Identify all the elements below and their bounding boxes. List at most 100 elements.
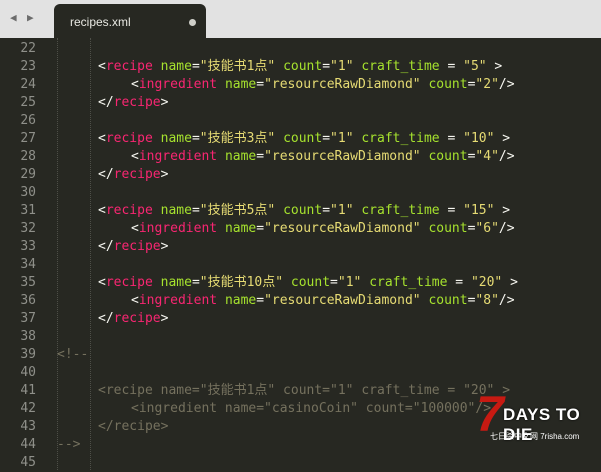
code-token: = <box>439 59 464 74</box>
code-token: </ <box>98 239 114 254</box>
code-token: /> <box>498 293 515 308</box>
code-token: recipe <box>105 59 153 74</box>
code-token: recipe <box>113 95 161 110</box>
line-number: 24 <box>20 77 36 92</box>
code-token: </ <box>98 167 114 182</box>
code-token: < <box>98 203 106 218</box>
code-line[interactable]: <recipe name="技能书1点" count="1" craft_tim… <box>98 58 502 76</box>
code-token: </recipe> <box>98 419 169 434</box>
code-token: name <box>160 131 192 146</box>
code-token: <!-- <box>57 347 89 362</box>
code-token: > <box>486 59 503 74</box>
line-number: 37 <box>20 311 36 326</box>
indent-guide <box>90 38 91 470</box>
code-token: < <box>131 293 139 308</box>
code-token: recipe <box>113 239 161 254</box>
code-token: "1" <box>330 131 354 146</box>
code-token: < <box>131 221 139 236</box>
line-number: 44 <box>20 437 36 452</box>
code-line[interactable]: </recipe> <box>98 418 168 436</box>
code-token: > <box>502 275 518 290</box>
code-line[interactable]: --> <box>57 436 80 454</box>
code-token: "15" <box>463 203 495 218</box>
line-number: 39 <box>20 347 36 362</box>
code-line[interactable]: <ingredient name="resourceRawDiamond" co… <box>131 292 515 310</box>
code-token: </ <box>98 95 114 110</box>
code-token: < <box>98 131 106 146</box>
code-token: "1" <box>337 275 362 290</box>
code-token: = <box>322 203 331 218</box>
code-line[interactable]: <ingredient name="resourceRawDiamond" co… <box>131 148 515 166</box>
code-token: > <box>160 167 169 182</box>
code-line[interactable]: </recipe> <box>98 238 168 256</box>
code-token: "4" <box>475 149 499 164</box>
code-token: "resourceRawDiamond" <box>264 77 421 92</box>
line-number: 35 <box>20 275 36 290</box>
code-token: "resourceRawDiamond" <box>264 221 421 236</box>
code-token: < <box>98 59 106 74</box>
code-token: = <box>256 149 265 164</box>
code-token: name <box>224 293 257 308</box>
code-line[interactable]: <recipe name="技能书5点" count="1" craft_tim… <box>98 202 510 220</box>
code-line[interactable]: </recipe> <box>98 166 168 184</box>
code-token: "1" <box>330 59 354 74</box>
code-token: count <box>283 203 323 218</box>
tab-bar: ◀ ▶ recipes.xml <box>0 0 601 38</box>
line-number: 29 <box>20 167 36 182</box>
code-token: "技能书10点" <box>199 275 284 290</box>
code-line[interactable]: <ingredient name="casinoCoin" count="100… <box>131 400 491 418</box>
line-number: 41 <box>20 383 36 398</box>
tab-back-arrow-icon[interactable]: ◀ <box>10 11 17 24</box>
code-line[interactable]: <ingredient name="resourceRawDiamond" co… <box>131 76 515 94</box>
code-line[interactable]: <recipe name="技能书3点" count="1" craft_tim… <box>98 130 510 148</box>
code-token: "resourceRawDiamond" <box>264 293 421 308</box>
code-token: ingredient <box>138 293 218 308</box>
code-token: count <box>283 131 323 146</box>
code-token: recipe <box>105 275 153 290</box>
tab-forward-arrow-icon[interactable]: ▶ <box>27 11 34 24</box>
code-token: > <box>160 239 169 254</box>
code-token: > <box>160 95 169 110</box>
code-line[interactable]: <recipe name="技能书10点" count="1" craft_ti… <box>98 274 518 292</box>
line-number: 31 <box>20 203 36 218</box>
unsaved-dot-icon[interactable] <box>189 19 196 26</box>
code-token: < <box>131 149 139 164</box>
code-token: "resourceRawDiamond" <box>264 149 421 164</box>
code-token: --> <box>57 437 81 452</box>
line-number: 36 <box>20 293 36 308</box>
line-number: 40 <box>20 365 36 380</box>
line-number: 23 <box>20 59 36 74</box>
line-number: 33 <box>20 239 36 254</box>
code-token: <ingredient name="casinoCoin" count="100… <box>131 401 492 416</box>
code-line[interactable]: </recipe> <box>98 94 168 112</box>
code-token: count <box>290 275 331 290</box>
code-token: craft_time <box>369 275 448 290</box>
code-line[interactable]: <ingredient name="resourceRawDiamond" co… <box>131 220 515 238</box>
code-token: /> <box>498 77 515 92</box>
line-number: 30 <box>20 185 36 200</box>
code-line[interactable]: <recipe name="技能书1点" count="1" craft_tim… <box>98 382 510 400</box>
code-token: = <box>439 131 464 146</box>
code-token: = <box>191 59 200 74</box>
code-line[interactable]: <!-- <box>57 346 88 364</box>
code-token: craft_time <box>361 203 440 218</box>
tab-recipes-xml[interactable]: recipes.xml <box>54 4 206 38</box>
line-number: 34 <box>20 257 36 272</box>
code-line[interactable]: </recipe> <box>98 310 168 328</box>
line-number: 27 <box>20 131 36 146</box>
code-token: name <box>160 59 192 74</box>
code-token: < <box>98 275 106 290</box>
code-token: "技能书1点" <box>199 59 276 74</box>
code-token: = <box>256 221 265 236</box>
